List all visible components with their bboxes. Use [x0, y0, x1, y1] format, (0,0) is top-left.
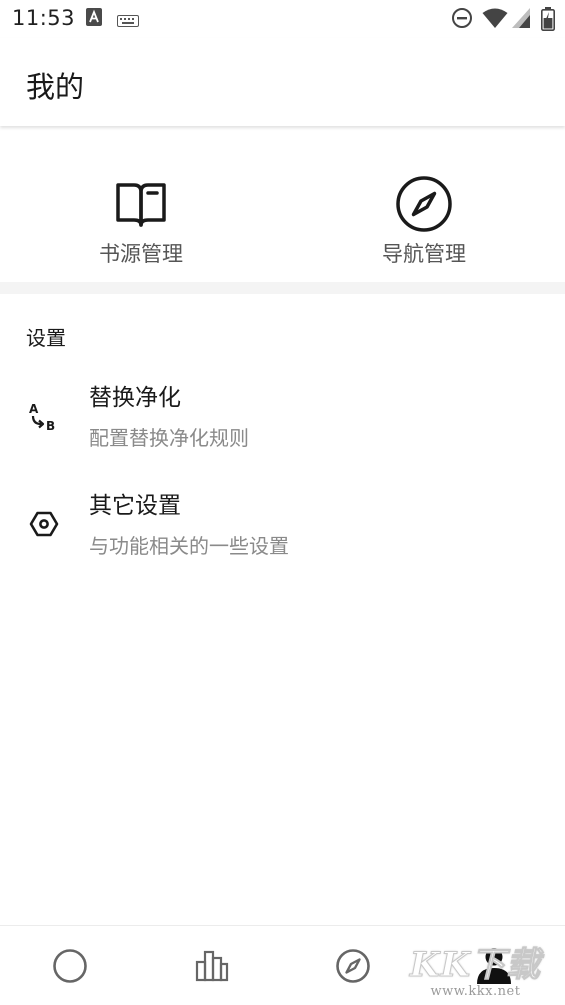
compass-icon: [333, 949, 373, 990]
navigation-management-label: 导航管理: [382, 242, 466, 266]
a-to-b-replace-icon: A B: [26, 398, 62, 434]
status-time: 11:53: [12, 6, 76, 30]
replace-purify-title: 替换净化: [89, 385, 181, 411]
section-divider: [0, 282, 565, 294]
keyboard-icon: [117, 12, 139, 31]
page-title: 我的: [26, 70, 85, 104]
circle-icon: [50, 949, 90, 990]
font-a-icon: [86, 8, 102, 30]
compass-icon: [334, 176, 514, 232]
settings-section-title: 设置: [26, 326, 66, 350]
other-settings-description: 与功能相关的一些设置: [89, 534, 289, 558]
open-book-icon: [51, 176, 231, 232]
bottom-navigation: KK下载 www.kkx.net: [0, 925, 565, 1005]
nav-tab-bookshelf[interactable]: [192, 946, 232, 986]
replace-purify-setting[interactable]: A B 替换净化 配置替换净化规则: [0, 368, 565, 472]
nav-tab-mine[interactable]: [474, 946, 514, 986]
other-settings-title: 其它设置: [89, 493, 181, 519]
book-source-management-button[interactable]: 书源管理: [51, 176, 231, 268]
nav-tab-discover[interactable]: [333, 946, 373, 986]
status-bar: 11:53: [0, 0, 565, 38]
svg-text:A: A: [29, 402, 39, 416]
wifi-icon: [482, 7, 508, 33]
nav-tab-home[interactable]: [50, 946, 90, 986]
svg-text:B: B: [46, 419, 55, 433]
cellular-signal-icon: [511, 7, 531, 33]
do-not-disturb-icon: [451, 7, 473, 33]
other-settings-setting[interactable]: 其它设置 与功能相关的一些设置: [0, 476, 565, 580]
replace-purify-description: 配置替换净化规则: [89, 426, 249, 450]
hexagon-settings-icon: [26, 506, 62, 542]
app-bar: 我的: [0, 38, 565, 126]
battery-icon: [541, 7, 555, 35]
navigation-management-button[interactable]: 导航管理: [334, 176, 514, 268]
book-source-management-label: 书源管理: [99, 242, 183, 266]
quick-actions-panel: 书源管理 导航管理: [0, 126, 565, 282]
person-icon: [474, 948, 514, 990]
bookshelf-icon: [192, 950, 232, 990]
